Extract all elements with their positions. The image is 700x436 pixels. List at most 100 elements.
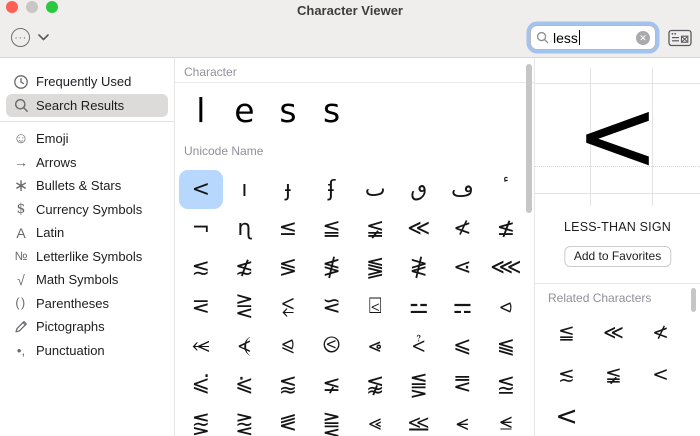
grid-cell[interactable]: ٯ bbox=[397, 170, 441, 209]
grid-cell[interactable]: ≦ bbox=[310, 209, 354, 248]
result-character[interactable]: s bbox=[310, 88, 354, 132]
asterisk-icon: ∗ bbox=[13, 175, 29, 195]
grid-cell[interactable]: ≸ bbox=[310, 248, 354, 287]
grid-cell[interactable]: ⩽ bbox=[441, 326, 485, 365]
grid-cell[interactable]: ≶ bbox=[266, 248, 310, 287]
grid-cell[interactable]: ⪣ bbox=[397, 404, 441, 436]
related-character-cell[interactable]: < bbox=[543, 395, 590, 436]
grid-cell[interactable]: ⪌ bbox=[310, 404, 354, 436]
grid-cell[interactable]: ⪓ bbox=[353, 248, 397, 287]
related-character-cell[interactable]: < bbox=[637, 353, 684, 395]
grid-cell[interactable]: ≲ bbox=[179, 248, 223, 287]
sidebar-item-label: Math Symbols bbox=[36, 272, 119, 288]
grid-cell[interactable]: ⪍ bbox=[484, 365, 528, 404]
sidebar-item-label: Latin bbox=[36, 225, 65, 241]
main-scrollbar[interactable] bbox=[526, 64, 532, 213]
detail-scrollbar[interactable] bbox=[691, 288, 696, 312]
grid-cell[interactable]: ≤ bbox=[266, 209, 310, 248]
grid-cell[interactable]: ⥷ bbox=[179, 326, 223, 365]
grid-cell[interactable]: ⪃ bbox=[179, 365, 223, 404]
grid-cell[interactable]: ⋜ bbox=[179, 287, 223, 326]
related-character-cell[interactable]: ≨ bbox=[590, 353, 637, 395]
grid-cell[interactable]: ≨ bbox=[353, 209, 397, 248]
sidebar-item-frequently-used[interactable]: Frequently Used bbox=[6, 70, 168, 94]
grid-cell[interactable]: ≰ bbox=[484, 209, 528, 248]
sidebar-item-arrows[interactable]: → Arrows bbox=[6, 151, 168, 175]
sidebar-item-punctuation[interactable]: •, Punctuation bbox=[6, 339, 168, 363]
grid-cell[interactable]: ⪅ bbox=[266, 365, 310, 404]
clear-search-button[interactable]: ✕ bbox=[636, 30, 650, 45]
grid-cell[interactable]: ⪦ bbox=[484, 287, 528, 326]
grid-cell[interactable]: ≮ bbox=[441, 209, 485, 248]
grid-cell[interactable]: ⫹ bbox=[484, 326, 528, 365]
grid-cell[interactable]: ⪏ bbox=[179, 404, 223, 436]
related-characters-header: Related Characters bbox=[548, 291, 652, 305]
result-character[interactable]: s bbox=[266, 88, 310, 132]
grid-cell[interactable]: ⪋ bbox=[397, 365, 441, 404]
grid-cell[interactable]: ٮ bbox=[353, 170, 397, 209]
grid-cell[interactable]: ٴ bbox=[484, 170, 528, 209]
grid-cell[interactable]: ⋖ bbox=[441, 248, 485, 287]
sidebar-item-pictographs[interactable]: Pictographs bbox=[6, 315, 168, 339]
grid-cell[interactable]: ⥶ bbox=[266, 287, 310, 326]
grid-cell[interactable]: ڡ bbox=[441, 170, 485, 209]
character-viewer-window: Character Viewer ··· less ✕ Frequently U… bbox=[0, 0, 700, 436]
related-character-cell[interactable]: ≲ bbox=[543, 353, 590, 395]
sidebar-item-bullets-stars[interactable]: ∗ Bullets & Stars bbox=[6, 174, 168, 198]
related-character-cell[interactable]: ≮ bbox=[637, 311, 684, 353]
grid-cell[interactable]: ⚎ bbox=[441, 287, 485, 326]
grid-cell[interactable]: ⪨ bbox=[266, 326, 310, 365]
detail-pane: < LESS-THAN SIGN Add to Favorites Relate… bbox=[535, 58, 700, 436]
grid-cell[interactable]: ɟ bbox=[266, 170, 310, 209]
grid-cell[interactable]: ¬ bbox=[179, 209, 223, 248]
grid-cell[interactable]: ⪁ bbox=[223, 365, 267, 404]
sidebar-item-emoji[interactable]: ☺ Emoji bbox=[6, 127, 168, 151]
grid-cell[interactable]: ≪ bbox=[397, 209, 441, 248]
sidebar-item-letterlike-symbols[interactable]: № Letterlike Symbols bbox=[6, 245, 168, 269]
sidebar-item-latin[interactable]: A Latin bbox=[6, 221, 168, 245]
grid-cell[interactable]: ⪛ bbox=[266, 404, 310, 436]
grid-cell[interactable]: ≹ bbox=[397, 248, 441, 287]
grid-cell[interactable]: ı bbox=[223, 170, 267, 209]
grid-cell[interactable]: ⪐ bbox=[223, 404, 267, 436]
numero-icon: № bbox=[14, 249, 28, 264]
actions-menu-button[interactable]: ··· bbox=[11, 28, 30, 47]
grid-cell[interactable]: ⍃ bbox=[353, 287, 397, 326]
grid-cell[interactable]: ⪬ bbox=[484, 404, 528, 436]
grid-cell[interactable]: ⪉ bbox=[353, 365, 397, 404]
grid-cell[interactable]: ⚍ bbox=[397, 287, 441, 326]
search-field[interactable]: less ✕ bbox=[530, 25, 656, 50]
grid-cell[interactable]: ⋛ bbox=[223, 287, 267, 326]
grid-cell[interactable]: ⋘ bbox=[484, 248, 528, 287]
chevron-down-icon[interactable] bbox=[38, 34, 49, 41]
grid-cell[interactable]: ʄ bbox=[310, 170, 354, 209]
grid-cell[interactable]: ⪇ bbox=[310, 365, 354, 404]
search-input-value[interactable]: less bbox=[553, 29, 636, 46]
related-character-cell[interactable]: ≪ bbox=[590, 311, 637, 353]
grid-cell[interactable]: ≴ bbox=[223, 248, 267, 287]
grid-cell[interactable]: ⪪ bbox=[441, 404, 485, 436]
text-cursor bbox=[578, 29, 581, 45]
results-pane: Character less Unicode Name < ı ɟ ʄ ٮ ٯ ڡ ٴ ¬ ɳ ≤ ≦… bbox=[175, 58, 535, 436]
related-character-cell[interactable]: ≦ bbox=[543, 311, 590, 353]
title-bar: Character Viewer ··· less ✕ bbox=[0, 0, 700, 58]
sidebar-item-math-symbols[interactable]: √ Math Symbols bbox=[6, 268, 168, 292]
expand-viewer-button[interactable] bbox=[666, 27, 693, 48]
letter-a-icon: A bbox=[16, 224, 26, 241]
result-character[interactable]: l bbox=[179, 88, 223, 132]
sidebar-item-parentheses[interactable]: () Parentheses bbox=[6, 292, 168, 316]
sidebar-item-search-results[interactable]: Search Results bbox=[6, 93, 168, 117]
grid-cell-selected[interactable]: < bbox=[179, 170, 223, 209]
grid-cell[interactable]: ⧀ bbox=[310, 326, 354, 365]
sidebar-item-currency-symbols[interactable]: $ Currency Symbols bbox=[6, 198, 168, 222]
grid-cell[interactable]: ⪝ bbox=[310, 287, 354, 326]
add-to-favorites-button[interactable]: Add to Favorites bbox=[563, 246, 672, 267]
grid-cell[interactable]: ⪙ bbox=[441, 365, 485, 404]
grid-cell[interactable]: ⩻ bbox=[397, 326, 441, 365]
grid-cell[interactable]: ⪡ bbox=[353, 404, 397, 436]
result-character[interactable]: e bbox=[223, 88, 267, 132]
grid-cell[interactable]: ɳ bbox=[223, 209, 267, 248]
grid-cell[interactable]: ⩹ bbox=[353, 326, 397, 365]
grid-cell[interactable]: ⦓ bbox=[223, 326, 267, 365]
dollar-icon: $ bbox=[16, 201, 26, 218]
